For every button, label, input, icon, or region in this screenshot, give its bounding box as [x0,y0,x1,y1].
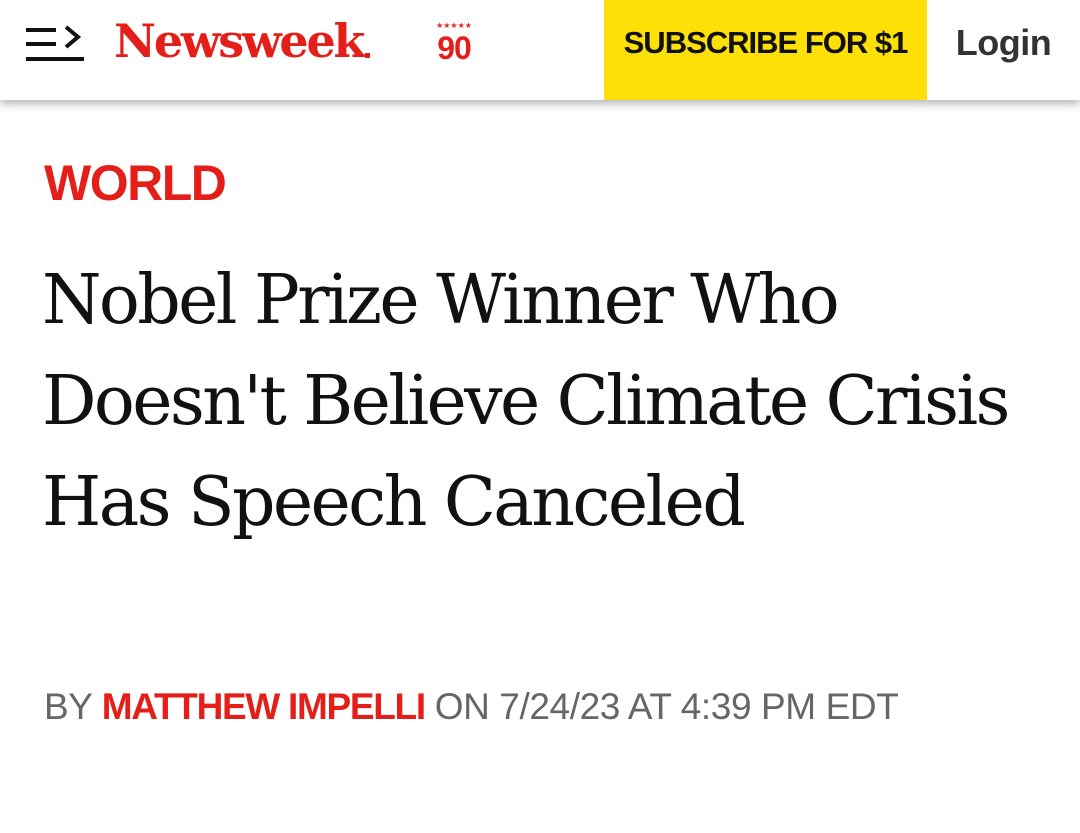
byline: BY MATTHEW IMPELLI ON 7/24/23 AT 4:39 PM… [44,684,899,730]
anniversary-badge: ★★★★★ 90 [432,22,476,70]
subscribe-label: SUBSCRIBE FOR $1 [623,25,909,60]
menu-icon[interactable] [26,24,88,64]
author-link[interactable]: MATTHEW IMPELLI [102,686,426,727]
article-headline: Nobel Prize Winner Who Doesn't Believe C… [42,261,1010,542]
logo-text: Newsweek [114,14,365,68]
logo-dot [365,52,371,58]
anniversary-stars-icon: ★★★★★ [436,21,472,30]
category-link[interactable]: WORLD [44,154,227,212]
login-button[interactable]: Login [927,0,1080,100]
subscribe-button[interactable]: SUBSCRIBE FOR $1 [604,0,927,100]
byline-prefix: BY [44,686,92,727]
site-header: Newsweek ★★★★★ 90 SUBSCRIBE FOR $1 Login [0,0,1080,100]
newsweek-logo[interactable]: Newsweek [114,10,371,72]
login-label: Login [955,22,1052,63]
byline-date: ON 7/24/23 AT 4:39 PM EDT [434,686,899,727]
anniversary-number: 90 [437,30,472,66]
